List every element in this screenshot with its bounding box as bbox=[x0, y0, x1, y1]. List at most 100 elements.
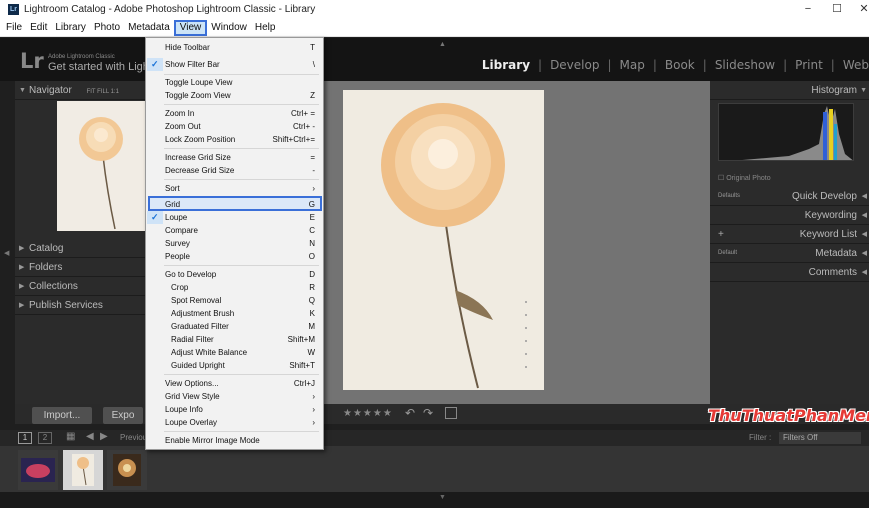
previous-import-label[interactable]: Previou bbox=[120, 433, 147, 442]
menu-item-grid[interactable]: Grid G bbox=[146, 198, 323, 211]
menu-item-increase-grid-size[interactable]: Increase Grid Size = bbox=[146, 151, 323, 164]
menu-metadata[interactable]: Metadata bbox=[124, 20, 174, 36]
submenu-arrow-icon: › bbox=[312, 418, 315, 427]
collapse-bottom-arrow-icon[interactable]: ▼ bbox=[439, 494, 446, 501]
filter-label: Filter : bbox=[749, 433, 772, 442]
folders-section[interactable]: ▶ Folders bbox=[15, 258, 145, 277]
menu-item-loupe[interactable]: ✓ Loupe E bbox=[146, 211, 323, 224]
primary-display-button[interactable]: 1 bbox=[18, 432, 32, 444]
menu-item-decrease-grid-size[interactable]: Decrease Grid Size - bbox=[146, 164, 323, 177]
import-button[interactable]: Import... bbox=[32, 407, 92, 424]
metadata-header[interactable]: Default Metadata ◀ bbox=[710, 244, 869, 263]
navigator-header[interactable]: ▼ Navigator FIT FILL 1:1 bbox=[15, 81, 145, 100]
collections-section[interactable]: ▶ Collections bbox=[15, 277, 145, 296]
catalog-section[interactable]: ▶ Catalog bbox=[15, 239, 145, 258]
forward-arrow-icon[interactable]: ▶ bbox=[100, 431, 108, 442]
defaults-preset-select[interactable]: Defaults bbox=[718, 187, 740, 206]
collapse-top-arrow-icon[interactable]: ▲ bbox=[439, 41, 446, 48]
menu-edit[interactable]: Edit bbox=[26, 20, 51, 36]
menu-item-adjust-white-balance[interactable]: Adjust White Balance W bbox=[146, 346, 323, 359]
module-web[interactable]: Web bbox=[835, 58, 869, 72]
flower-photo-image bbox=[381, 103, 527, 389]
menu-item-sort[interactable]: Sort › bbox=[146, 182, 323, 195]
title-bar: Lr Lightroom Catalog - Adobe Photoshop L… bbox=[0, 0, 869, 19]
menu-item-zoom-out[interactable]: Zoom Out Ctrl+ - bbox=[146, 120, 323, 133]
menu-item-people[interactable]: People O bbox=[146, 250, 323, 263]
keyword-list-header[interactable]: + Keyword List ◀ bbox=[710, 225, 869, 244]
menu-window[interactable]: Window bbox=[207, 20, 251, 36]
menu-item-toggle-loupe-view[interactable]: Toggle Loupe View bbox=[146, 76, 323, 89]
filter-select[interactable]: Filters Off bbox=[779, 432, 861, 444]
menu-item-label: Survey bbox=[165, 239, 190, 248]
secondary-display-button[interactable]: 2 bbox=[38, 432, 52, 444]
rating-stars[interactable]: ★★★★★ bbox=[343, 408, 393, 419]
menu-item-loupe-info[interactable]: Loupe Info › bbox=[146, 403, 323, 416]
publish-services-section[interactable]: ▶ Publish Services bbox=[15, 296, 145, 315]
menu-item-spot-removal[interactable]: Spot Removal Q bbox=[146, 294, 323, 307]
collapse-left-arrow-icon[interactable]: ◀ bbox=[4, 249, 9, 257]
menu-item-guided-upright[interactable]: Guided Upright Shift+T bbox=[146, 359, 323, 372]
menu-item-compare[interactable]: Compare C bbox=[146, 224, 323, 237]
add-keyword-button[interactable]: + bbox=[718, 225, 724, 244]
quick-develop-header[interactable]: Defaults Quick Develop ◀ bbox=[710, 187, 869, 206]
menu-library[interactable]: Library bbox=[51, 20, 90, 36]
menu-item-lock-zoom-position[interactable]: Lock Zoom Position Shift+Ctrl+= bbox=[146, 133, 323, 146]
menu-item-show-filter-bar[interactable]: ✓ Show Filter Bar \ bbox=[146, 58, 323, 71]
histogram-header[interactable]: Histogram ▼ bbox=[710, 81, 869, 100]
folders-label: Folders bbox=[29, 262, 63, 273]
module-book[interactable]: Book bbox=[657, 58, 703, 72]
menu-item-loupe-overlay[interactable]: Loupe Overlay › bbox=[146, 416, 323, 429]
menu-item-crop[interactable]: Crop R bbox=[146, 281, 323, 294]
filmstrip-thumbnail[interactable] bbox=[18, 450, 58, 490]
main-photo[interactable] bbox=[343, 90, 544, 390]
crop-overlay-icon[interactable] bbox=[445, 407, 457, 419]
filmstrip-bar: 1 2 ▦ ◀ ▶ Previou Filter : Filters Off bbox=[0, 430, 869, 446]
menu-item-go-to-develop[interactable]: Go to Develop D bbox=[146, 268, 323, 281]
menu-file[interactable]: File bbox=[2, 20, 26, 36]
rotate-left-icon[interactable]: ↶ bbox=[405, 406, 415, 420]
module-library[interactable]: Library bbox=[474, 58, 538, 72]
minimize-button[interactable]: − bbox=[794, 0, 822, 19]
module-slideshow[interactable]: Slideshow bbox=[707, 58, 783, 72]
keywording-header[interactable]: Keywording ◀ bbox=[710, 206, 869, 225]
maximize-button[interactable]: ☐ bbox=[823, 0, 851, 19]
identity-main-text[interactable]: Get started with Light bbox=[48, 61, 152, 73]
comments-header[interactable]: Comments ◀ bbox=[710, 263, 869, 282]
menu-item-shortcut: Q bbox=[308, 296, 315, 305]
filmstrip-thumbnail[interactable] bbox=[107, 450, 147, 490]
checkbox-icon: ☐ bbox=[718, 175, 725, 182]
menu-item-view-options[interactable]: View Options... Ctrl+J bbox=[146, 377, 323, 390]
module-develop[interactable]: Develop bbox=[542, 58, 607, 72]
menu-item-radial-filter[interactable]: Radial Filter Shift+M bbox=[146, 333, 323, 346]
back-arrow-icon[interactable]: ◀ bbox=[86, 431, 94, 442]
navigator-preview[interactable] bbox=[57, 101, 145, 231]
quick-develop-label: Quick Develop bbox=[791, 191, 857, 202]
menu-item-zoom-in[interactable]: Zoom In Ctrl+ = bbox=[146, 107, 323, 120]
menu-item-shortcut: G bbox=[308, 200, 315, 209]
menu-item-adjustment-brush[interactable]: Adjustment Brush K bbox=[146, 307, 323, 320]
metadata-preset-select[interactable]: Default bbox=[718, 244, 737, 263]
menu-photo[interactable]: Photo bbox=[90, 20, 124, 36]
grid-view-icon[interactable]: ▦ bbox=[66, 431, 75, 442]
menu-item-graduated-filter[interactable]: Graduated Filter M bbox=[146, 320, 323, 333]
rotate-right-icon[interactable]: ↷ bbox=[423, 406, 433, 420]
menu-help[interactable]: Help bbox=[251, 20, 280, 36]
watermark-text: ThuThuatPhanMem.vn bbox=[708, 406, 869, 425]
module-map[interactable]: Map bbox=[612, 58, 653, 72]
filmstrip-thumbnail-selected[interactable] bbox=[63, 450, 103, 490]
menu-item-survey[interactable]: Survey N bbox=[146, 237, 323, 250]
module-print[interactable]: Print bbox=[787, 58, 831, 72]
menu-item-toggle-zoom-view[interactable]: Toggle Zoom View Z bbox=[146, 89, 323, 102]
menu-item-label: Loupe Info bbox=[165, 405, 203, 414]
navigator-zoom-options[interactable]: FIT FILL 1:1 bbox=[87, 89, 119, 95]
original-photo-toggle[interactable]: ☐ Original Photo bbox=[718, 174, 771, 182]
comments-label: Comments bbox=[808, 267, 857, 278]
export-button[interactable]: Expo bbox=[103, 407, 143, 424]
close-button[interactable]: ✕ bbox=[850, 0, 869, 19]
histogram-graph[interactable] bbox=[718, 103, 854, 161]
menu-item-label: Compare bbox=[165, 226, 198, 235]
menu-item-grid-view-style[interactable]: Grid View Style › bbox=[146, 390, 323, 403]
menu-item-enable-mirror-image-mode[interactable]: Enable Mirror Image Mode bbox=[146, 434, 323, 447]
menu-view[interactable]: View bbox=[173, 19, 208, 36]
menu-item-hide-toolbar[interactable]: Hide Toolbar T bbox=[146, 41, 323, 54]
